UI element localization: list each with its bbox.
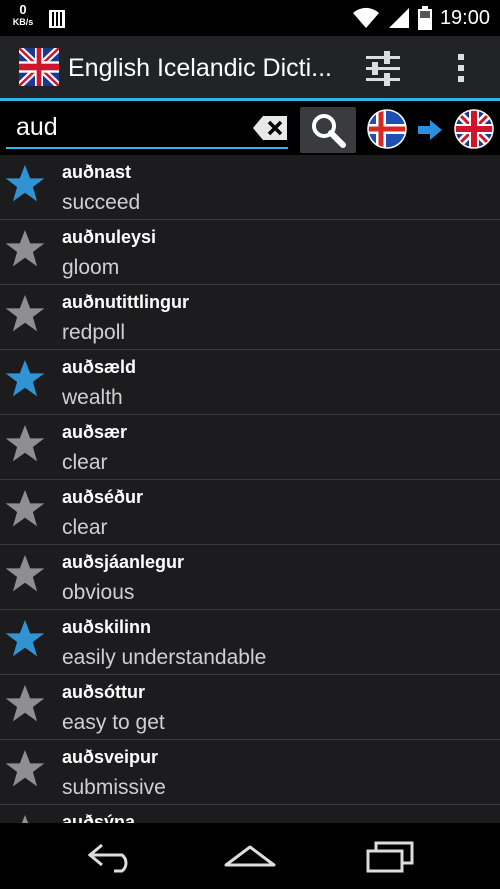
entry-headword: auðséður (62, 487, 144, 507)
list-item[interactable]: auðnast succeed (0, 155, 500, 220)
wifi-icon (352, 7, 379, 28)
action-bar: English Icelandic Dicti... (0, 36, 500, 101)
data-rate-indicator: 0 KB/s (10, 3, 36, 29)
entry-headword: auðsjáanlegur (62, 552, 185, 572)
star-icon[interactable] (4, 748, 46, 790)
entry-translation: gloom (62, 256, 120, 279)
list-item[interactable]: auðskilinn easily understandable (0, 610, 500, 675)
entry-translation: easy to get (62, 711, 165, 734)
settings-sliders-icon[interactable] (360, 48, 406, 88)
search-icon (312, 114, 346, 148)
entry-headword: auðsveipur (62, 747, 159, 767)
entry-translation: submissive (62, 776, 166, 799)
iceland-flag-icon[interactable] (366, 108, 408, 150)
list-item[interactable]: auðsveipur submissive (0, 740, 500, 805)
entry-translation: succeed (62, 191, 141, 214)
overflow-menu-icon[interactable] (448, 48, 474, 88)
entry-headword: auðnast (62, 162, 132, 182)
list-item[interactable]: auðsjáanlegur obvious (0, 545, 500, 610)
star-filled-icon[interactable] (4, 163, 46, 205)
search-input[interactable] (6, 107, 288, 149)
entry-headword: auðsóttur (62, 682, 145, 702)
star-icon[interactable] (4, 683, 46, 725)
home-icon[interactable] (222, 837, 278, 875)
entry-translation: clear (62, 451, 108, 474)
entry-translation: easily understandable (62, 646, 267, 669)
entry-headword: auðnutittlingur (62, 292, 189, 312)
star-icon[interactable] (4, 553, 46, 595)
entry-headword: auðnuleysi (62, 227, 157, 247)
signal-icon (388, 8, 409, 28)
list-item[interactable]: auðsóttur easy to get (0, 675, 500, 740)
arrow-right-icon[interactable] (416, 118, 444, 142)
list-item[interactable]: auðsær clear (0, 415, 500, 480)
star-icon[interactable] (4, 423, 46, 465)
recent-apps-icon[interactable] (362, 837, 418, 875)
status-bar: 0 KB/s 19:00 (0, 0, 500, 36)
star-icon[interactable] (4, 228, 46, 270)
uk-flag-icon (19, 48, 59, 86)
results-list[interactable]: auðnast succeed auðnuleysi gloom auðnutittli… (0, 155, 500, 823)
star-icon[interactable] (4, 813, 46, 823)
navigation-bar (0, 823, 500, 889)
list-item[interactable]: auðnuleysi gloom (0, 220, 500, 285)
entry-headword: auðsýna (62, 812, 136, 823)
entry-translation: clear (62, 516, 108, 539)
entry-translation: wealth (62, 386, 123, 409)
star-icon[interactable] (4, 488, 46, 530)
star-filled-icon[interactable] (4, 618, 46, 660)
entry-headword: auðskilinn (62, 617, 152, 637)
battery-icon (417, 6, 432, 30)
clear-text-icon[interactable] (252, 115, 288, 141)
entry-headword: auðsær (62, 422, 128, 442)
data-rate-unit: KB/s (12, 17, 34, 27)
back-icon[interactable] (84, 837, 140, 875)
entry-translation: redpoll (62, 321, 126, 344)
clock: 19:00 (439, 7, 490, 29)
list-item[interactable]: auðsýna (0, 805, 500, 823)
list-item[interactable]: auðsæld wealth (0, 350, 500, 415)
sim-card-icon (49, 10, 65, 28)
star-icon[interactable] (4, 293, 46, 335)
star-filled-icon[interactable] (4, 358, 46, 400)
list-item[interactable]: auðséður clear (0, 480, 500, 545)
entry-translation: obvious (62, 581, 135, 604)
list-item[interactable]: auðnutittlingur redpoll (0, 285, 500, 350)
app-title: English Icelandic Dicti... (68, 54, 333, 82)
uk-flag-icon[interactable] (453, 108, 495, 150)
entry-headword: auðsæld (62, 357, 137, 377)
data-rate-value: 0 (19, 2, 27, 17)
search-button[interactable] (300, 107, 356, 153)
